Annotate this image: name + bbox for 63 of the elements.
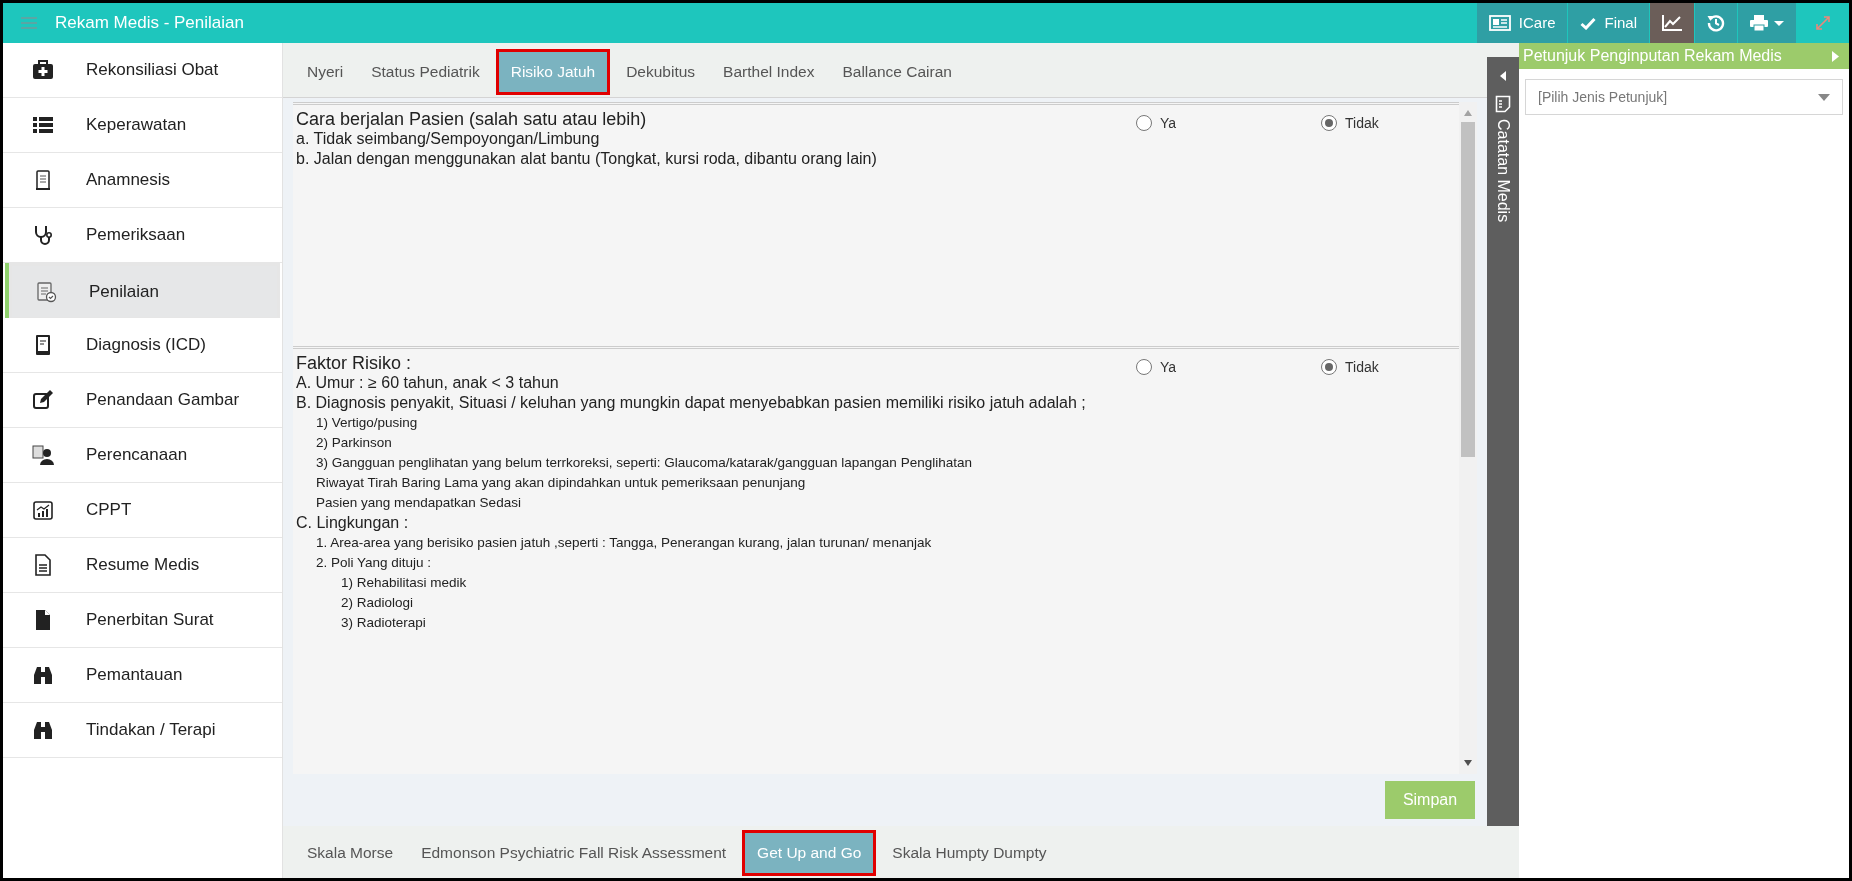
scroll-up-icon[interactable]	[1464, 110, 1472, 116]
radio-option[interactable]: Tidak	[1321, 115, 1441, 346]
tab[interactable]: Edmonson Psychiatric Fall Risk Assessment	[409, 830, 739, 876]
guide-panel-title: Petunjuk Penginputan Rekam Medis	[1523, 46, 1782, 66]
radio-option[interactable]: Ya	[1136, 115, 1321, 346]
history-icon	[1707, 14, 1725, 32]
document-icon	[32, 554, 54, 576]
question-text: b. Jalan dengan menggunakan alat bantu (Tongkat, kursi roda, dibantu orang lain)	[296, 149, 878, 169]
edit-icon	[32, 389, 54, 411]
question-text: 1. Area-area yang berisiko pasien jatuh ,seperti : Tangga, Penerangan kurang, jalan turunan/ menanjak	[315, 534, 933, 552]
radio-button[interactable]	[1136, 359, 1152, 375]
dropdown-caret-icon	[1818, 93, 1830, 101]
question-text: 2) Radiologi	[340, 594, 415, 612]
radio-button[interactable]	[1321, 115, 1337, 131]
scroll-down-icon[interactable]	[1464, 760, 1472, 766]
question-text: 1) Rehabilitasi medik	[340, 574, 468, 592]
radio-button[interactable]	[1321, 359, 1337, 375]
tab[interactable]: Skala Humpty Dumpty	[880, 830, 1059, 876]
question-text: 1) Vertigo/pusing	[315, 414, 419, 432]
question-text: 2) Parkinson	[315, 434, 393, 452]
guide-select[interactable]: [Pilih Jenis Petunjuk]	[1525, 79, 1843, 115]
medkit-icon	[32, 59, 54, 81]
question-text: 3) Radioterapi	[340, 614, 427, 632]
list-icon	[32, 114, 54, 136]
chart-button[interactable]	[1649, 3, 1694, 43]
radio-button[interactable]	[1136, 115, 1152, 131]
collapse-icon[interactable]	[1500, 71, 1506, 81]
question-text: 2. Poli Yang dituju :	[315, 554, 433, 572]
binoculars-icon	[32, 719, 54, 741]
question-text: Riwayat Tirah Baring Lama yang akan dipindahkan untuk pemeriksaan penunjang	[315, 474, 807, 492]
stethoscope-icon	[32, 224, 54, 246]
question-text: a. Tidak seimbang/Sempoyongan/Limbung	[296, 129, 601, 149]
tab[interactable]: Skala Morse	[295, 830, 406, 876]
question-text: B. Diagnosis penyakit, Situasi / keluhan yang mungkin dapat menyebabkan pasien memiliki risiko jatuh adalah ;	[296, 393, 1087, 413]
question-title: Faktor Risiko :	[296, 353, 413, 373]
tab[interactable]: Dekubitus	[614, 49, 708, 95]
note-icon	[1495, 95, 1511, 113]
tab[interactable]: Barthel Index	[711, 49, 827, 95]
question-title: Cara berjalan Pasien (salah satu atau lebih)	[296, 109, 648, 129]
question-text: A. Umur : ≥ 60 tahun, anak < 3 tahun	[296, 373, 560, 393]
scrollbar[interactable]	[1459, 102, 1477, 774]
expand-icon	[1815, 15, 1831, 31]
print-button[interactable]	[1737, 3, 1796, 43]
side-strip-label: Catatan Medis	[1494, 119, 1513, 223]
side-strip[interactable]: Catatan Medis	[1487, 57, 1519, 826]
window-title: Rekam Medis - Penilaian	[55, 12, 244, 35]
question-text: Pasien yang mendapatkan Sedasi	[315, 494, 522, 512]
question-text: 3) Gangguan penglihatan yang belum terrkoreksi, seperti: Glaucoma/katarak/gangguan lapangan Penglihatan	[315, 454, 973, 472]
tab[interactable]: Ballance Cairan	[830, 49, 964, 95]
id-card-icon	[1488, 15, 1511, 31]
radio-option[interactable]: Ya	[1136, 359, 1321, 774]
tab[interactable]: Status Pediatrik	[359, 49, 492, 95]
chart-icon	[32, 499, 54, 521]
history-button[interactable]	[1694, 3, 1737, 43]
line-chart-icon	[1662, 15, 1682, 31]
person-icon	[32, 444, 54, 466]
printer-icon	[1750, 15, 1784, 31]
binoculars-icon	[32, 664, 54, 686]
tab[interactable]: Nyeri	[295, 49, 356, 95]
checkmark-icon	[1580, 16, 1597, 30]
question-text: C. Lingkungan :	[296, 513, 410, 533]
radio-option[interactable]: Tidak	[1321, 359, 1441, 774]
document-check-icon	[35, 280, 57, 303]
